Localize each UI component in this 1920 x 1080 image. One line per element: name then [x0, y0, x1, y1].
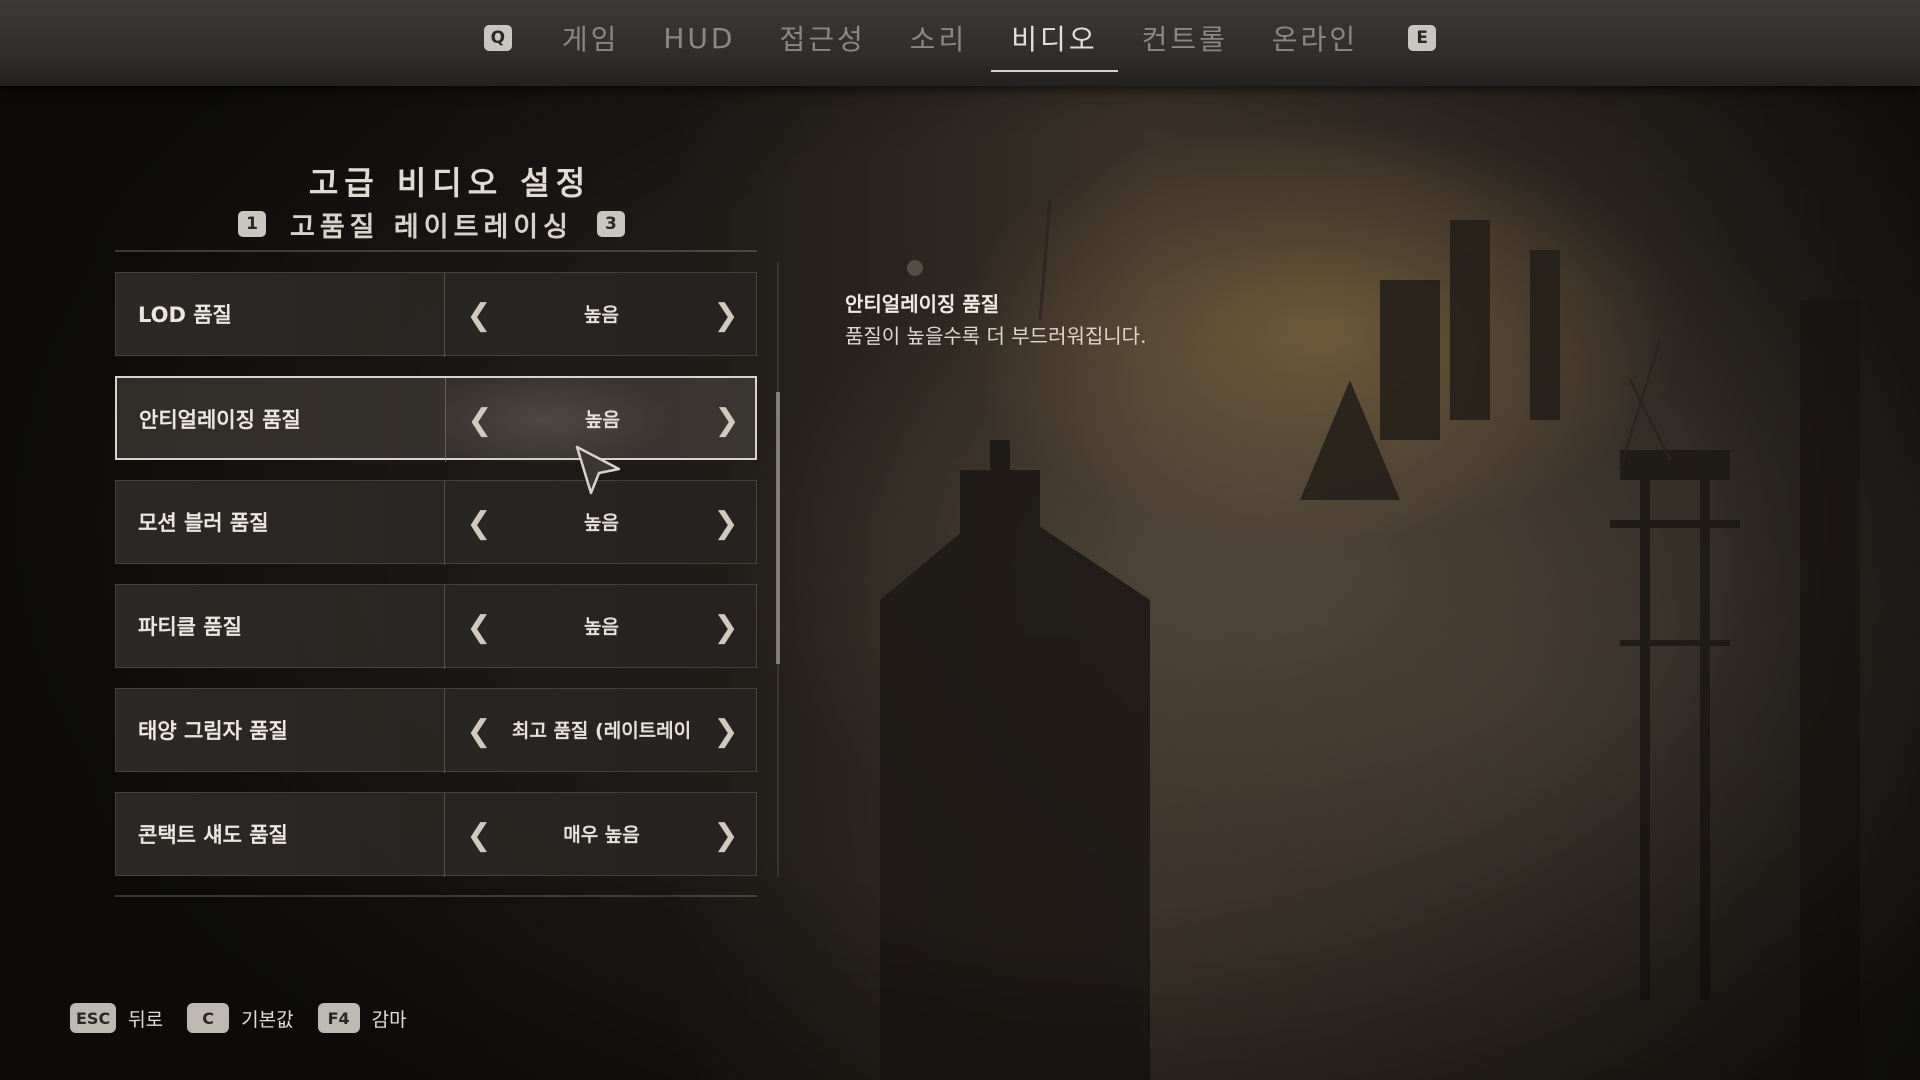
setting-row-motion-blur-quality[interactable]: 모션 블러 품질 ❮ 높음 ❯ [115, 480, 757, 565]
settings-screen: Q 게임 HUD 접근성 소리 비디오 컨트롤 온라인 E 고급 비디오 설정 … [0, 0, 1920, 1080]
tab-online[interactable]: 온라인 [1266, 14, 1364, 72]
setting-row-sun-shadow-quality[interactable]: 태양 그림자 품질 ❮ 최고 품질 (레이트레이 ❯ [115, 688, 758, 773]
tab-accessibility[interactable]: 접근성 [773, 14, 871, 72]
setting-label: 태양 그림자 품질 [138, 719, 288, 743]
setting-value: 높음 [584, 616, 619, 638]
tab-controls[interactable]: 컨트롤 [1136, 14, 1234, 72]
setting-value: 최고 품질 (레이트레이 [511, 720, 692, 742]
list-bottom-divider [115, 895, 757, 897]
defaults-hint[interactable]: C 기본값 [187, 1003, 294, 1033]
description-title: 안티얼레이징 품질 [845, 292, 1000, 316]
setting-row-antialiasing-quality[interactable]: 안티얼레이징 품질 ❮ 높음 ❯ [115, 376, 759, 462]
next-subtab-key-badge[interactable]: 3 [596, 211, 625, 237]
setting-value: 매우 높음 [563, 824, 640, 846]
gamma-hint[interactable]: F4 감마 [317, 1003, 407, 1033]
chevron-left-icon[interactable]: ❮ [459, 689, 499, 773]
gamma-hint-label: 감마 [371, 1008, 407, 1031]
chevron-left-icon[interactable]: ❮ [459, 793, 499, 877]
setting-label: 모션 블러 품질 [138, 511, 269, 535]
chevron-right-icon[interactable]: ❯ [706, 481, 746, 565]
subtab-selector: 1 고품질 레이트레이싱 3 [238, 204, 638, 244]
setting-selector: ❮ 높음 ❯ [445, 585, 758, 669]
prev-tab-key-badge[interactable]: Q [483, 25, 512, 51]
setting-label: LOD 품질 [138, 303, 232, 327]
mouse-pointer-icon [575, 445, 621, 495]
setting-label: 콘택트 섀도 품질 [138, 823, 288, 847]
description-text: 품질이 높을수록 더 부드러워집니다. [845, 324, 1147, 348]
footer-hints: ESC 뒤로 C 기본값 F4 감마 [70, 1000, 431, 1036]
f4-key-badge: F4 [317, 1003, 360, 1033]
chevron-right-icon[interactable]: ❯ [706, 273, 746, 357]
setting-selector: ❮ 최고 품질 (레이트레이 ❯ [445, 689, 758, 773]
scrollbar-thumb[interactable] [776, 392, 780, 664]
chevron-right-icon[interactable]: ❯ [707, 378, 747, 462]
chevron-right-icon[interactable]: ❯ [706, 793, 746, 877]
next-tab-key-badge[interactable]: E [1408, 25, 1437, 51]
setting-selector: ❮ 높음 ❯ [445, 273, 758, 357]
page-title: 고급 비디오 설정 [308, 164, 592, 202]
prev-subtab-key-badge[interactable]: 1 [238, 211, 266, 237]
esc-key-badge: ESC [70, 1003, 117, 1033]
subtab-label[interactable]: 고품질 레이트레이싱 [290, 205, 573, 244]
back-hint-label: 뒤로 [128, 1008, 164, 1031]
tab-sound[interactable]: 소리 [904, 14, 974, 72]
setting-label: 파티클 품질 [138, 615, 242, 639]
setting-row-lod-quality[interactable]: LOD 품질 ❮ 높음 ❯ [115, 272, 758, 357]
chevron-left-icon[interactable]: ❮ [460, 378, 500, 462]
defaults-hint-label: 기본값 [241, 1008, 294, 1031]
chevron-right-icon[interactable]: ❯ [706, 585, 746, 669]
setting-value: 높음 [584, 304, 619, 326]
setting-selector: ❮ 매우 높음 ❯ [445, 793, 758, 877]
c-key-badge: C [187, 1003, 230, 1033]
chevron-left-icon[interactable]: ❮ [459, 585, 499, 669]
setting-label: 안티얼레이징 품질 [139, 408, 301, 432]
chevron-left-icon[interactable]: ❮ [459, 481, 499, 565]
tab-video[interactable]: 비디오 [991, 14, 1118, 72]
tab-strip: Q 게임 HUD 접근성 소리 비디오 컨트롤 온라인 E [0, 0, 1920, 86]
setting-row-particle-quality[interactable]: 파티클 품질 ❮ 높음 ❯ [115, 584, 758, 669]
tab-hud[interactable]: HUD [657, 18, 741, 69]
header-divider [115, 250, 757, 252]
tab-game[interactable]: 게임 [556, 14, 626, 72]
top-nav-bar: Q 게임 HUD 접근성 소리 비디오 컨트롤 온라인 E [0, 0, 1920, 86]
setting-row-contact-shadow-quality[interactable]: 콘택트 섀도 품질 ❮ 매우 높음 ❯ [115, 792, 758, 877]
chevron-right-icon[interactable]: ❯ [706, 689, 746, 773]
back-hint[interactable]: ESC 뒤로 [70, 1003, 163, 1033]
chevron-left-icon[interactable]: ❮ [459, 273, 499, 357]
